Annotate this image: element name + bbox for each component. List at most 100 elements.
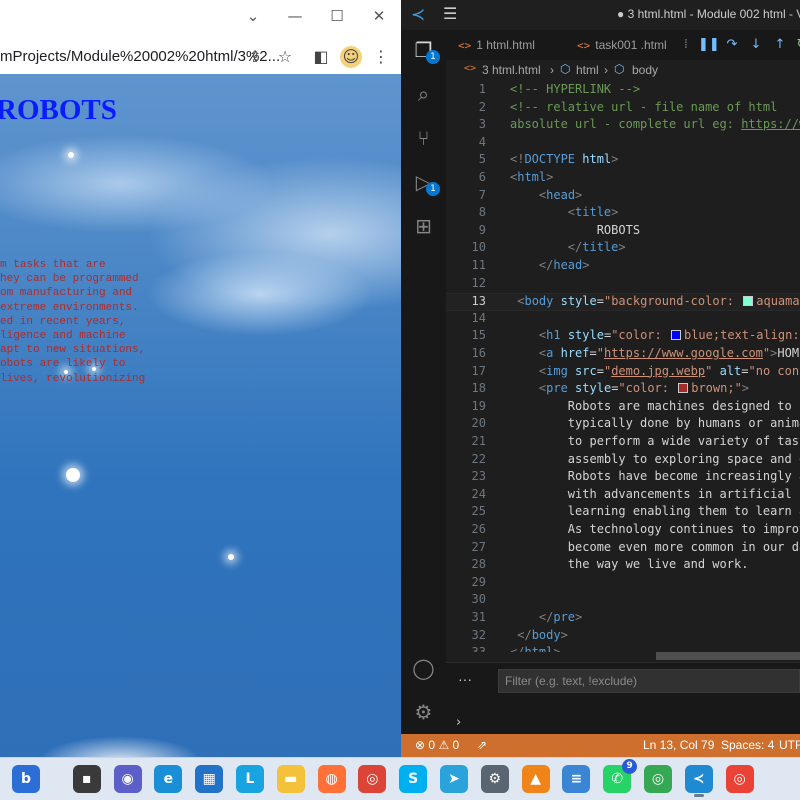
code-line[interactable]: 5 <!DOCTYPE html> — [446, 152, 800, 170]
bookmark-star-icon[interactable]: ☆ — [274, 46, 296, 68]
bing-icon[interactable]: b — [12, 765, 40, 793]
url-text[interactable]: mProjects/Module%20002%20html/3%2... — [0, 48, 280, 65]
drag-handle-icon[interactable]: ⁞ — [676, 35, 696, 55]
code-editor[interactable]: 1 <!-- HYPERLINK --> 2 <!-- relative url - … — [446, 82, 800, 662]
code-line[interactable]: 7 <head> — [446, 188, 800, 206]
code-line[interactable]: 11 </head> — [446, 258, 800, 276]
breadcrumb-html[interactable]: html — [576, 63, 599, 77]
close-button[interactable]: ✕ — [368, 6, 390, 26]
step-out-icon[interactable]: ↑ — [770, 35, 790, 55]
line-number: 20 — [471, 416, 486, 431]
code-line[interactable]: 13 <body style="background-color: aquama… — [446, 293, 800, 311]
source-control-icon[interactable]: ⑂ — [401, 120, 446, 156]
indentation-status[interactable]: Spaces: 4 — [721, 738, 774, 752]
account-icon[interactable]: ◯ — [401, 650, 446, 686]
code-line[interactable]: 29 — [446, 575, 800, 593]
code-line[interactable]: 23 Robots have become increasingly a — [446, 469, 800, 487]
chrome-icon[interactable]: ◎ — [358, 765, 387, 793]
vlc-icon[interactable]: ▲ — [521, 765, 550, 793]
hamburger-menu-icon[interactable]: ☰ — [443, 4, 457, 23]
more-actions-icon[interactable]: ··· — [458, 671, 472, 687]
store-icon[interactable]: ▦ — [195, 765, 224, 793]
code-line[interactable]: 20 typically done by humans or anima — [446, 416, 800, 434]
code-line[interactable]: 15 <h1 style="color: blue;text-align: — [446, 328, 800, 346]
side-panel-icon[interactable]: ◧ — [310, 46, 332, 68]
minimize-button[interactable]: — — [284, 6, 306, 26]
maximize-button[interactable]: ☐ — [326, 6, 348, 26]
code-line[interactable]: 8 <title> — [446, 205, 800, 223]
menu-kebab-icon[interactable]: ⋮ — [370, 46, 392, 68]
chrome-profile-icon[interactable]: ◎ — [644, 765, 672, 793]
cursor-position[interactable]: Ln 13, Col 79 — [643, 738, 714, 752]
file-explorer-icon[interactable]: ▬ — [276, 765, 305, 793]
whatsapp-icon[interactable]: ✆ 9 — [603, 759, 638, 793]
horizontal-scrollbar[interactable] — [446, 652, 800, 660]
skype-icon[interactable]: S — [399, 765, 428, 793]
terminal-icon[interactable]: ▪ — [72, 765, 101, 793]
code-token: learning enabling them to learn a — [510, 504, 800, 519]
code-line[interactable]: 12 — [446, 276, 800, 294]
code-line[interactable]: 31 </pre> — [446, 610, 800, 628]
code-line[interactable]: 17 <img src="demo.jpg.webp" alt="no cont — [446, 364, 800, 382]
code-line[interactable]: 19 Robots are machines designed to p — [446, 399, 800, 417]
code-line[interactable]: 4 — [446, 135, 800, 153]
firefox-icon[interactable]: ◍ — [317, 765, 346, 793]
share-icon[interactable]: ⇪ — [244, 46, 266, 68]
code-token: </ — [538, 610, 554, 624]
code-token: > — [741, 381, 750, 396]
telegram-icon[interactable]: ➤ — [440, 765, 468, 793]
code-line[interactable]: 24 with advancements in artificial i — [446, 487, 800, 505]
code-line[interactable]: 1 <!-- HYPERLINK --> — [446, 82, 800, 100]
extensions-icon[interactable]: ⊞ — [401, 208, 446, 244]
vscode-icon[interactable]: ≺ — [684, 765, 713, 797]
code-line[interactable]: 6 <html> — [446, 170, 800, 188]
run-debug-icon[interactable]: ▷ 1 — [401, 164, 446, 200]
search-icon[interactable]: ⌕ — [401, 76, 446, 112]
code-line[interactable]: 3 absolute url - complete url eg: https:/… — [446, 117, 800, 135]
breadcrumb-file[interactable]: 3 html.html — [482, 63, 541, 77]
launcher-l-icon[interactable]: L — [236, 765, 264, 793]
manage-gear-icon[interactable]: ⚙ — [401, 694, 446, 730]
address-bar[interactable]: mProjects/Module%20002%20html/3%2... ⇪ ☆… — [0, 40, 401, 73]
notepad-icon[interactable]: ≡ — [562, 765, 591, 793]
scrollbar-thumb[interactable] — [656, 652, 800, 660]
code-line[interactable]: 18 <pre style="color: brown;"> — [446, 381, 800, 399]
code-line[interactable]: 30 — [446, 592, 800, 610]
settings-icon[interactable]: ⚙ — [480, 765, 509, 793]
tab-1-html[interactable]: <> 1 html.html — [458, 30, 535, 60]
profile-avatar[interactable]: ☺ — [340, 46, 362, 68]
code-line[interactable]: 2 <!-- relative url - file name of html — [446, 100, 800, 118]
code-line[interactable]: 10 </title> — [446, 240, 800, 258]
code-line[interactable]: 9 ROBOTS — [446, 223, 800, 241]
editor-tabs: <> 1 html.html <> task001 .html ⁞ ❚❚ ↷ ↓ ↑… — [446, 30, 800, 60]
code-line[interactable]: 21 to perform a wide variety of task — [446, 434, 800, 452]
code-line[interactable]: 14 — [446, 311, 800, 329]
code-token: "color: — [611, 328, 669, 343]
live-share-icon[interactable]: ⇗ — [477, 738, 487, 752]
step-over-icon[interactable]: ↷ — [722, 35, 742, 55]
explorer-files-icon[interactable]: ❐ 1 — [401, 32, 446, 68]
explorer-badge: 1 — [426, 50, 440, 64]
code-token: <!-- HYPERLINK --> — [510, 82, 641, 96]
code-line[interactable]: 22 assembly to exploring space and o — [446, 452, 800, 470]
code-line[interactable]: 16 <a href="https://www.google.com">HOME — [446, 346, 800, 364]
encoding-status[interactable]: UTF — [779, 738, 800, 752]
problems-status[interactable]: ⊗ 0 ⚠ 0 — [415, 738, 459, 752]
code-line[interactable]: 27 become even more common in our da — [446, 540, 800, 558]
breadcrumb-body[interactable]: body — [632, 63, 658, 77]
line-number: 31 — [471, 610, 486, 624]
code-line[interactable]: 28 the way we live and work. — [446, 557, 800, 575]
edge-icon[interactable]: e — [154, 765, 183, 793]
pause-icon[interactable]: ❚❚ — [698, 35, 720, 55]
filter-input[interactable]: Filter (e.g. text, !exclude) — [498, 669, 800, 693]
code-line[interactable]: 25 learning enabling them to learn a — [446, 504, 800, 522]
tab-task001-html[interactable]: <> task001 .html — [577, 30, 667, 60]
step-into-icon[interactable]: ↓ — [746, 35, 766, 55]
code-line[interactable]: 32 </body> — [446, 628, 800, 646]
restart-icon[interactable]: ↻ — [792, 35, 800, 55]
code-line[interactable]: 26 As technology continues to improv — [446, 522, 800, 540]
teams-icon[interactable]: ◉ — [113, 765, 142, 793]
browser-title-bar: ⌄ — ☐ ✕ — [0, 0, 401, 32]
chrome-2-icon[interactable]: ◎ — [725, 765, 754, 793]
tab-list-chevron-icon[interactable]: ⌄ — [242, 6, 264, 26]
